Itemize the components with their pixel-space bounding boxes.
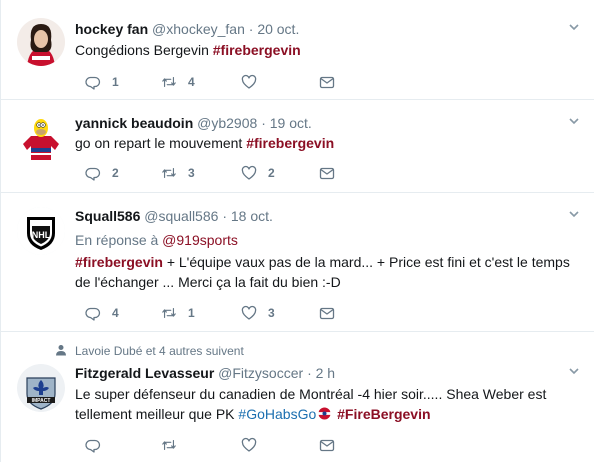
hashtag[interactable]: #GoHabsGo	[238, 406, 316, 422]
timestamp[interactable]: 18 oct.	[231, 208, 273, 224]
reply-button[interactable]: 2	[85, 164, 119, 182]
like-button[interactable]: 3	[241, 304, 275, 322]
fullname[interactable]: hockey fan	[75, 21, 148, 37]
separator: ·	[307, 365, 312, 381]
tweet-actions: 4 1 3	[75, 304, 375, 322]
retweet-icon	[162, 167, 176, 179]
reply-icon	[85, 307, 101, 321]
separator: ·	[248, 21, 254, 37]
retweet-button[interactable]: 1	[161, 304, 195, 322]
svg-text:NHL: NHL	[32, 230, 51, 240]
avatar[interactable]: IMPACT	[17, 364, 65, 412]
dm-button[interactable]	[319, 304, 335, 322]
separator: ·	[261, 115, 266, 131]
reply-icon	[85, 439, 101, 453]
tweet-actions: 1 4	[75, 73, 375, 91]
reply-icon	[85, 76, 101, 90]
reply-context: En réponse à @919sports	[75, 231, 238, 249]
retweet-button[interactable]: 4	[161, 73, 195, 91]
separator: ·	[222, 208, 227, 224]
reply-count: 1	[112, 75, 119, 89]
dm-button[interactable]	[319, 73, 335, 91]
tweet-header: Squall586 @squall586 · 18 oct.	[75, 207, 273, 225]
timestamp[interactable]: 2 h	[316, 365, 335, 381]
like-button[interactable]	[241, 73, 268, 91]
mention-link[interactable]: @919sports	[162, 232, 238, 248]
retweet-icon	[162, 439, 176, 451]
avatar[interactable]: NHL	[17, 207, 65, 255]
retweet-button[interactable]: 3	[161, 164, 195, 182]
timestamp[interactable]: 20 oct.	[257, 21, 299, 37]
tweet-header: hockey fan @xhockey_fan · 20 oct.	[75, 20, 299, 38]
reply-count: 2	[112, 166, 119, 180]
svg-text:IMPACT: IMPACT	[32, 398, 51, 404]
hashtag[interactable]: #firebergevin	[246, 135, 334, 151]
caret-down-icon[interactable]	[567, 20, 581, 34]
retweet-icon	[162, 307, 176, 319]
fullname[interactable]: Squall586	[75, 208, 140, 224]
tweet-text: Congédions Bergevin #firebergevin	[75, 40, 581, 60]
tweet[interactable]: NHL Squall586 @squall586 · 18 oct. En ré…	[1, 193, 594, 332]
handle[interactable]: @xhockey_fan	[152, 21, 245, 37]
social-context[interactable]: Lavoie Dubé et 4 autres suivent	[75, 344, 244, 358]
dm-icon	[319, 307, 335, 320]
tweet-feed: hockey fan @xhockey_fan · 20 oct. Congéd…	[0, 0, 594, 462]
retweet-button[interactable]	[161, 436, 188, 454]
reply-button[interactable]: 1	[85, 73, 119, 91]
fullname[interactable]: yannick beaudoin	[75, 115, 193, 131]
handle[interactable]: @squall586	[144, 208, 218, 224]
dm-icon	[319, 76, 335, 89]
retweet-icon	[162, 76, 176, 88]
hashtag[interactable]: #firebergevin	[75, 254, 163, 270]
like-count: 3	[268, 306, 275, 320]
tweet-actions: 2 3 2	[75, 164, 375, 182]
like-button[interactable]: 2	[241, 164, 275, 182]
avatar[interactable]	[17, 18, 65, 66]
tweet-text: #firebergevin + L'équipe vaux pas de la …	[75, 252, 581, 292]
like-button[interactable]	[241, 436, 268, 454]
retweet-count: 3	[188, 166, 195, 180]
retweet-count: 4	[188, 75, 195, 89]
hashtag[interactable]: #FireBergevin	[337, 406, 430, 422]
tweet[interactable]: hockey fan @xhockey_fan · 20 oct. Congéd…	[1, 0, 594, 100]
tweet-header: Fitzgerald Levasseur @Fitzysoccer · 2 h	[75, 364, 335, 382]
like-icon	[241, 74, 257, 89]
caret-down-icon[interactable]	[567, 114, 581, 128]
tweet-text-plain: go on repart le mouvement	[75, 135, 247, 151]
like-icon	[241, 305, 257, 320]
like-count: 2	[268, 166, 275, 180]
habs-ball-emoji	[318, 407, 331, 420]
tweet-header: yannick beaudoin @yb2908 · 19 oct.	[75, 114, 312, 132]
reply-count: 4	[112, 306, 119, 320]
dm-button[interactable]	[319, 164, 335, 182]
dm-button[interactable]	[319, 436, 335, 454]
person-icon	[56, 345, 66, 356]
tweet[interactable]: Lavoie Dubé et 4 autres suivent IMPACT F…	[1, 332, 594, 462]
handle[interactable]: @yb2908	[197, 115, 257, 131]
avatar[interactable]	[17, 114, 65, 162]
timestamp[interactable]: 19 oct.	[270, 115, 312, 131]
caret-down-icon[interactable]	[567, 207, 581, 221]
reply-icon	[85, 167, 101, 181]
reply-prefix: En réponse à	[75, 232, 163, 248]
like-icon	[241, 437, 257, 452]
dm-icon	[319, 167, 335, 180]
hashtag[interactable]: #firebergevin	[213, 42, 301, 58]
dm-icon	[319, 439, 335, 452]
tweet-text-plain: Congédions Bergevin	[75, 42, 213, 58]
reply-button[interactable]	[85, 436, 112, 454]
tweet[interactable]: yannick beaudoin @yb2908 · 19 oct. go on…	[1, 100, 594, 193]
like-icon	[241, 165, 257, 180]
tweet-actions	[75, 436, 375, 454]
tweet-text: go on repart le mouvement #firebergevin	[75, 133, 581, 153]
caret-down-icon[interactable]	[567, 364, 581, 378]
retweet-count: 1	[188, 306, 195, 320]
handle[interactable]: @Fitzysoccer	[218, 365, 303, 381]
reply-button[interactable]: 4	[85, 304, 119, 322]
tweet-text: Le super défenseur du canadien de Montré…	[75, 384, 581, 424]
fullname[interactable]: Fitzgerald Levasseur	[75, 365, 214, 381]
